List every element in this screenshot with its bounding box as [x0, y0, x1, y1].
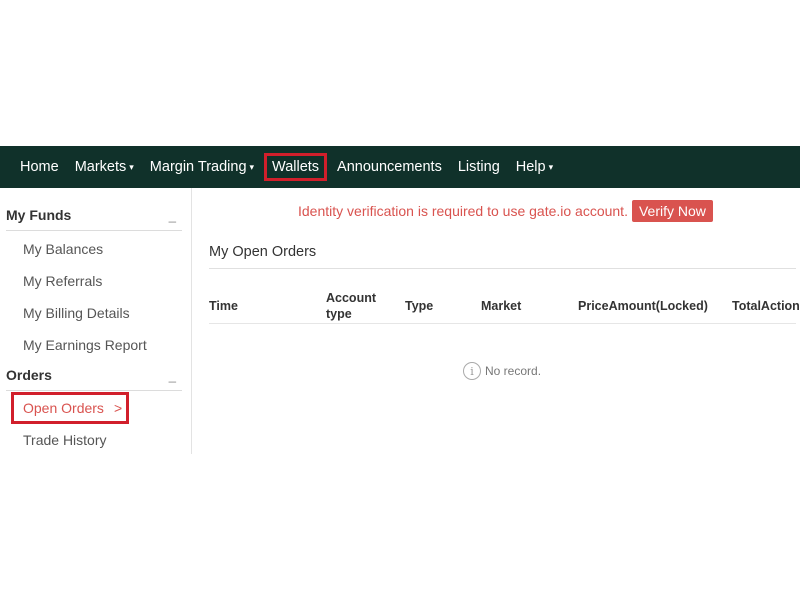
column-header-type: Type [405, 299, 434, 313]
nav-wallets-label: Wallets [272, 159, 320, 175]
nav-markets-label: Markets [74, 159, 127, 175]
nav-help-label: Help [515, 159, 546, 175]
section-header-label: Orders [6, 367, 52, 383]
collapse-icon[interactable]: _ [169, 208, 176, 223]
chevron-down-icon: ▾ [548, 161, 554, 172]
nav-home[interactable]: Home [12, 153, 67, 181]
nav-listing[interactable]: Listing [450, 153, 508, 181]
sidebar-item-my-balances[interactable]: My Balances [23, 241, 103, 257]
page-title: My Open Orders [209, 244, 317, 260]
empty-state-text: No record. [485, 364, 542, 378]
chevron-right-icon: > [113, 400, 123, 416]
nav-margin-trading-label: Margin Trading [149, 159, 247, 175]
nav-home-label: Home [20, 159, 59, 175]
sidebar-item-open-orders[interactable]: Open Orders > [11, 392, 129, 424]
sidebar-item-my-billing-details[interactable]: My Billing Details [23, 305, 130, 321]
empty-state: i No record. [463, 362, 541, 380]
sidebar: My Funds _ My Balances My Referrals My B… [0, 188, 192, 454]
top-navbar: Home Markets ▾ Margin Trading ▾ Wallets … [0, 146, 800, 188]
notice-text: Identity verification is required to use… [298, 203, 628, 219]
main-content: Identity verification is required to use… [192, 188, 800, 454]
column-header-total-action: TotalAction [732, 299, 800, 313]
column-header-market: Market [481, 299, 522, 313]
sidebar-item-trade-history[interactable]: Trade History [23, 432, 107, 448]
nav-markets[interactable]: Markets ▾ [67, 153, 142, 181]
section-header-label: My Funds [6, 207, 72, 223]
info-icon: i [463, 362, 481, 380]
column-header-account-type: Account type [326, 291, 376, 321]
nav-margin-trading[interactable]: Margin Trading ▾ [142, 153, 262, 181]
divider [209, 268, 796, 269]
column-header-time: Time [209, 299, 238, 313]
nav-announcements-label: Announcements [337, 159, 442, 175]
verify-now-button[interactable]: Verify Now [631, 200, 713, 222]
chevron-down-icon: ▾ [249, 161, 255, 172]
collapse-icon[interactable]: _ [169, 368, 176, 383]
column-header-price-amount: PriceAmount(Locked) [578, 299, 708, 313]
sidebar-item-my-referrals[interactable]: My Referrals [23, 273, 102, 289]
nav-wallets[interactable]: Wallets [264, 153, 328, 181]
sidebar-item-my-earnings-report[interactable]: My Earnings Report [23, 337, 147, 353]
divider [209, 323, 796, 324]
sidebar-section-my-funds[interactable]: My Funds _ [6, 200, 182, 231]
chevron-down-icon: ▾ [129, 161, 134, 172]
nav-help[interactable]: Help ▾ [508, 153, 561, 181]
verification-notice: Identity verification is required to use… [298, 200, 713, 222]
sidebar-section-orders[interactable]: Orders _ [6, 360, 182, 391]
nav-announcements[interactable]: Announcements [329, 153, 450, 181]
sidebar-item-label: Open Orders [23, 400, 104, 416]
nav-listing-label: Listing [457, 159, 500, 175]
